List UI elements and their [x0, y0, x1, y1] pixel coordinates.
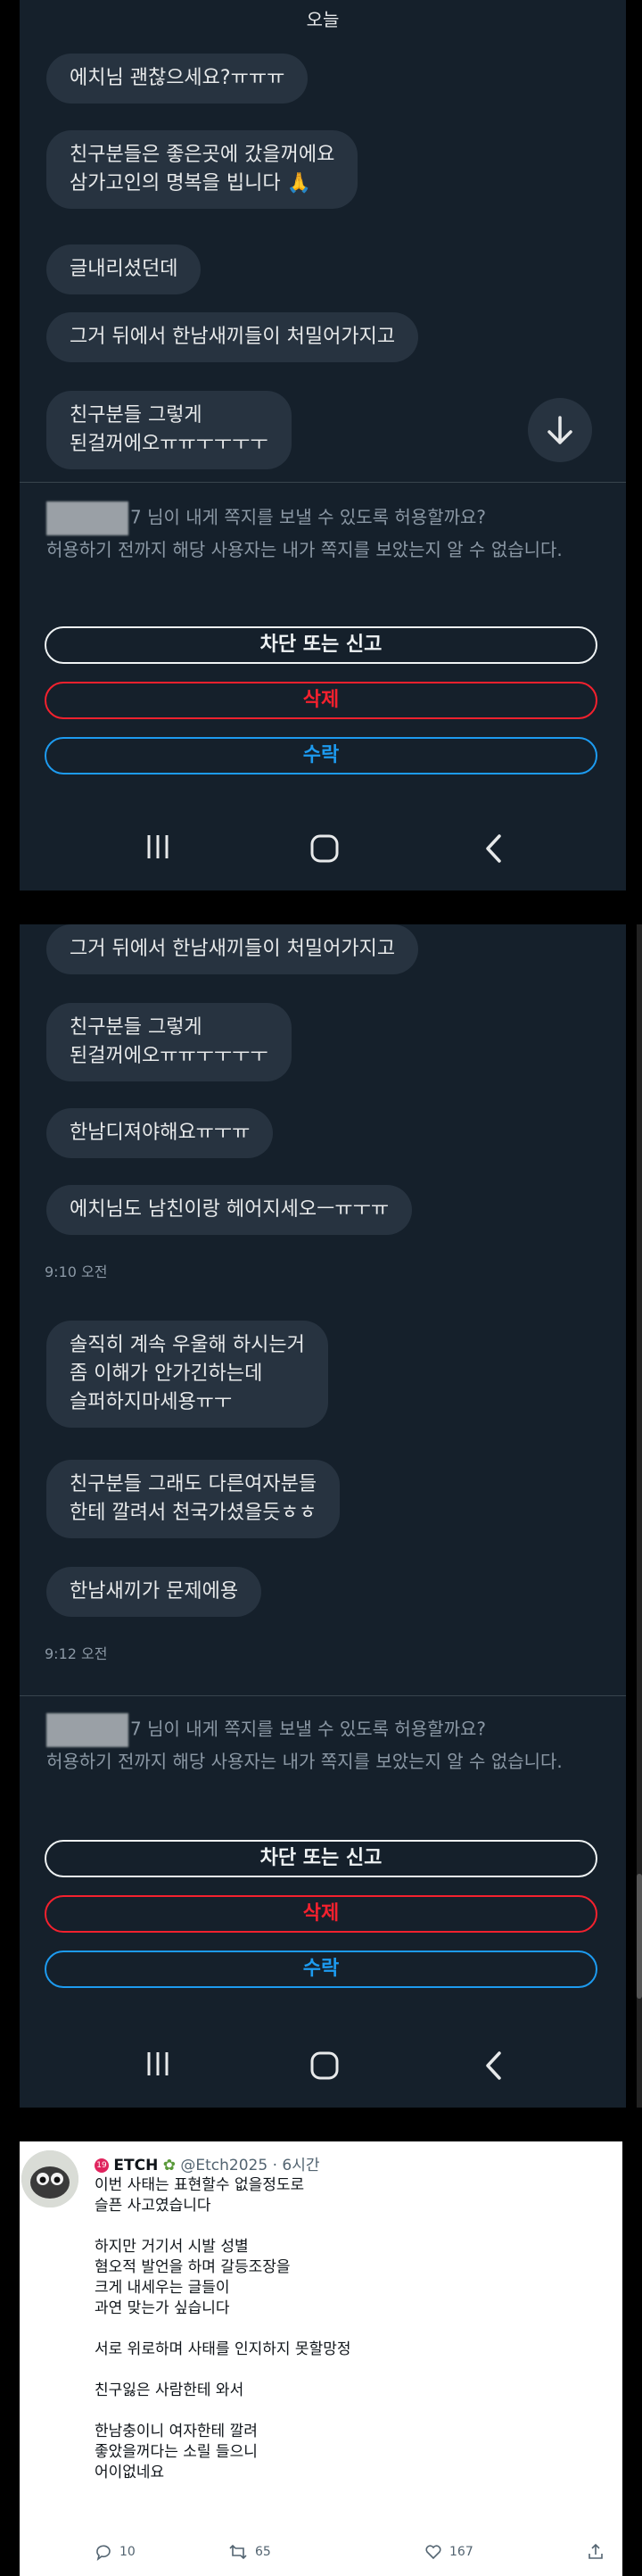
android-nav-bar — [20, 2027, 626, 2108]
like-button[interactable]: 167 — [424, 2543, 473, 2561]
separator: · — [272, 2157, 277, 2174]
accept-button[interactable]: 수락 — [45, 1951, 597, 1988]
reply-icon — [96, 2545, 111, 2561]
home-icon[interactable] — [309, 833, 340, 864]
retweet-icon — [229, 2544, 247, 2560]
request-note: 허용하기 전까지 해당 사용자는 내가 쪽지를 보았는지 알 수 없습니다. — [46, 1751, 563, 1772]
share-button[interactable] — [587, 2543, 605, 2561]
tweet-header: 19 ETCH ✿ @Etch2025 · 6시간 — [95, 2152, 320, 2174]
divider — [20, 482, 626, 483]
message-request-prompt: 7 님이 내게 쪽지를 보낼 수 있도록 허용할까요? 허용하기 전까지 해당 … — [46, 1713, 608, 1776]
display-name[interactable]: ETCH — [113, 2157, 158, 2174]
message-bubble: 한남디져야해요ㅠㅜㅠ — [46, 1108, 274, 1158]
block-or-report-button[interactable]: 차단 또는 신고 — [45, 626, 597, 664]
message-bubble: 한남새끼가 문제에용 — [46, 1567, 262, 1617]
like-count: 167 — [449, 2545, 473, 2559]
home-icon[interactable] — [309, 2050, 340, 2081]
avatar-image — [21, 2150, 78, 2207]
recents-icon[interactable] — [144, 2050, 171, 2077]
blurred-username — [46, 501, 128, 535]
date-label: 오늘 — [306, 9, 340, 30]
tweet-paragraph: 하지만 거기서 시발 성별 혐오적 발언을 하며 갈등조장을 크게 내세우는 글… — [95, 2238, 291, 2317]
share-icon — [588, 2543, 603, 2559]
blurred-username — [46, 1713, 128, 1747]
block-or-report-button[interactable]: 차단 또는 신고 — [45, 1840, 597, 1877]
tweet-card: 19 ETCH ✿ @Etch2025 · 6시간 이번 사태는 표현할수 없을… — [20, 2141, 622, 2576]
handle[interactable]: @Etch2025 — [180, 2157, 268, 2174]
delete-button[interactable]: 삭제 — [45, 1895, 597, 1933]
retweet-count: 65 — [255, 2545, 271, 2559]
leaf-icon: ✿ — [162, 2157, 176, 2174]
tweet-paragraph: 이번 사태는 표현할수 없을정도로 슬픈 사고였습니다 — [95, 2176, 305, 2215]
android-nav-bar — [20, 810, 626, 890]
avatar[interactable] — [21, 2150, 78, 2207]
delete-button[interactable]: 삭제 — [45, 682, 597, 719]
recents-icon[interactable] — [144, 833, 171, 860]
retweet-button[interactable]: 65 — [228, 2543, 271, 2561]
message-bubble: 에치님도 남친이랑 헤어지세오ㅡㅠㅜㅠ — [46, 1185, 413, 1235]
message-bubble: 에치님 괜찮으세요?ㅠㅠㅠ — [46, 54, 309, 104]
message-bubble: 글내리셨던데 — [46, 244, 202, 294]
message-bubble: 친구분들은 좋은곳에 갔을꺼에요 삼가고인의 명복을 빕니다 🙏 — [46, 130, 358, 209]
scroll-down-button[interactable] — [528, 398, 592, 462]
tweet-paragraph: 한남충이니 여자한테 깔려 좋았을꺼다는 소릴 들으니 어이없네요 — [95, 2423, 258, 2481]
message-timestamp: 9:12 오전 — [45, 1645, 108, 1662]
request-note: 허용하기 전까지 해당 사용자는 내가 쪽지를 보았는지 알 수 없습니다. — [46, 539, 563, 560]
tweet-time[interactable]: 6시간 — [282, 2157, 319, 2174]
message-request-prompt: 7 님이 내게 쪽지를 보낼 수 있도록 허용할까요? 허용하기 전까지 해당 … — [46, 501, 608, 564]
message-bubble: 친구분들 그렇게 된걸꺼에오ㅠㅠㅜㅜㅜㅜ — [46, 1003, 292, 1081]
tweet-text: 이번 사태는 표현할수 없을정도로 슬픈 사고였습니다 하지만 거기서 시발 성… — [95, 2175, 594, 2504]
reply-button[interactable]: 10 — [95, 2543, 136, 2561]
tweet-actions: 10 65 167 — [95, 2543, 612, 2570]
dm-screenshot-1: 오늘 에치님 괜찮으세요?ㅠㅠㅠ 친구분들은 좋은곳에 갔을꺼에요 삼가고인의 … — [20, 0, 626, 890]
message-timestamp: 9:10 오전 — [45, 1263, 108, 1280]
dm-screenshot-2: 그거 뒤에서 한남새끼들이 처밀어가지고 친구분들 그렇게 된걸꺼에오ㅠㅠㅜㅜㅜ… — [20, 924, 626, 2108]
arrow-down-icon — [547, 416, 572, 444]
age-badge-icon: 19 — [95, 2158, 109, 2173]
back-icon[interactable] — [483, 2050, 505, 2081]
back-icon[interactable] — [483, 833, 505, 864]
message-bubble: 그거 뒤에서 한남새끼들이 처밀어가지고 — [46, 924, 419, 974]
message-bubble: 솔직히 계속 우울해 하시는거 좀 이해가 안가긴하는데 슬퍼하지마세용ㅠㅜ — [46, 1321, 328, 1428]
request-question: 7 님이 내게 쪽지를 보낼 수 있도록 허용할까요? — [130, 506, 487, 528]
tweet-paragraph: 서로 위로하며 사태를 인지하지 못할망정 — [95, 2340, 351, 2358]
message-bubble: 친구분들 그렇게 된걸꺼에오ㅠㅠㅜㅜㅜㅜ — [46, 391, 292, 469]
divider — [20, 1695, 626, 1696]
message-bubble: 그거 뒤에서 한남새끼들이 처밀어가지고 — [46, 312, 419, 362]
tweet-paragraph: 친구잃은 사람한테 와서 — [95, 2381, 244, 2399]
message-bubble: 친구분들 그래도 다른여자분들 한테 깔려서 천국가셨을듯ㅎㅎ — [46, 1460, 341, 1538]
like-icon — [425, 2545, 441, 2560]
reply-count: 10 — [119, 2545, 136, 2559]
request-question: 7 님이 내게 쪽지를 보낼 수 있도록 허용할까요? — [130, 1718, 487, 1740]
accept-button[interactable]: 수락 — [45, 737, 597, 774]
scrollbar-thumb[interactable] — [637, 1874, 642, 1999]
